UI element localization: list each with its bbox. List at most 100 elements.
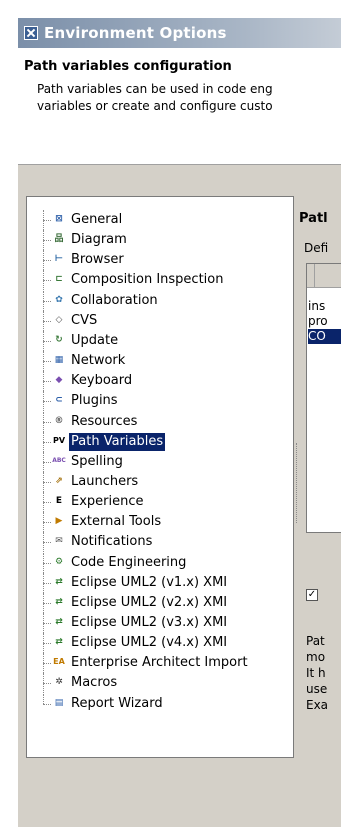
tree-item[interactable]: ▶ External Tools	[27, 512, 293, 532]
plugins-icon: ⊂	[55, 395, 63, 405]
tree-connector-branch	[43, 623, 51, 624]
tree-connector-line	[43, 694, 44, 704]
tree-item[interactable]: ↻ Update	[27, 331, 293, 351]
tree-connector-branch	[43, 361, 51, 362]
tree-item[interactable]: ⚙ Code Engineering	[27, 553, 293, 573]
tree-item-label: General	[71, 212, 123, 227]
enterprise-architect-icon: EA	[53, 657, 65, 666]
tree-item-label: Composition Inspection	[71, 272, 224, 287]
tree-connector-branch	[43, 442, 51, 443]
tree-item-label: Update	[71, 333, 119, 348]
table-header[interactable]	[307, 264, 341, 288]
page-title: Path variables configuration	[24, 59, 232, 74]
table-row-selected[interactable]: CO	[308, 329, 341, 344]
tree-item-label: Code Engineering	[71, 555, 187, 570]
tree-item[interactable]: ✲ Macros	[27, 673, 293, 693]
options-tree[interactable]: ⊠ General 品 Diagram ⊢ Browser ⊏ Composition Ins…	[26, 196, 294, 758]
tree-item-label: Experience	[71, 494, 144, 509]
tree-item[interactable]: ⊠ General	[27, 210, 293, 230]
eclipse-uml2-icon: ⇄	[55, 617, 63, 627]
tree-item-label: Resources	[71, 414, 138, 429]
tree-item[interactable]: ▦ Network	[27, 351, 293, 371]
definitions-label: Defi	[304, 241, 329, 255]
tree-item-label: Eclipse UML2 (v1.x) XMI	[71, 575, 228, 590]
tree-connector-branch	[43, 542, 51, 543]
tree-connector-branch	[43, 260, 51, 261]
description-line-1: Path variables can be used in code eng	[37, 82, 273, 96]
macros-icon: ✲	[55, 677, 63, 687]
path-variables-panel: Patl Defi ins pro CO ✓ Pat mo It h use E…	[299, 196, 341, 796]
tree-connector-branch	[43, 603, 51, 604]
tree-item-label: Spelling	[71, 454, 123, 469]
tree-connector-branch	[43, 643, 51, 644]
tree-connector-branch	[43, 381, 51, 382]
tree-item-label: Diagram	[71, 232, 127, 247]
path-variables-table[interactable]: ins pro CO	[306, 263, 341, 533]
tree-item-label: Plugins	[71, 393, 118, 408]
tree-item-label: Keyboard	[71, 373, 133, 388]
tree-item-label: Macros	[71, 675, 118, 690]
tree-item[interactable]: E Experience	[27, 492, 293, 512]
tree-connector-branch	[43, 663, 51, 664]
table-row[interactable]: pro	[308, 314, 341, 329]
tree-item[interactable]: ◆ Keyboard	[27, 371, 293, 391]
option-checkbox[interactable]: ✓	[306, 589, 318, 601]
tree-connector-branch	[43, 280, 51, 281]
description-line-2: variables or create and configure custo	[37, 99, 273, 113]
tree-item-label: Launchers	[71, 474, 139, 489]
tree-item[interactable]: ⊏ Composition Inspection	[27, 270, 293, 290]
tree-connector-branch	[43, 704, 51, 705]
panel-description: Pat mo It h use Exa	[306, 633, 328, 713]
tree-connector-branch	[43, 502, 51, 503]
tree-item[interactable]: ✿ Collaboration	[27, 291, 293, 311]
tree-item[interactable]: EA Enterprise Architect Import	[27, 653, 293, 673]
tree-item-label: Notifications	[71, 534, 153, 549]
tree-connector-branch	[43, 583, 51, 584]
tree-item[interactable]: ABC Spelling	[27, 452, 293, 472]
tree-item-label: Enterprise Architect Import	[71, 655, 248, 670]
tree-connector-branch	[43, 563, 51, 564]
title-bar[interactable]: Environment Options	[18, 18, 341, 48]
launchers-icon: ⇗	[55, 476, 63, 486]
environment-options-window: Environment Options Path variables confi…	[18, 18, 341, 827]
window-title: Environment Options	[44, 24, 227, 42]
tree-item-label: Eclipse UML2 (v3.x) XMI	[71, 615, 228, 630]
description-line: mo	[306, 650, 326, 664]
tree-item[interactable]: ✉ Notifications	[27, 532, 293, 552]
network-icon: ▦	[54, 355, 64, 365]
spelling-icon: ABC	[52, 457, 66, 464]
tree-item[interactable]: ⇗ Launchers	[27, 472, 293, 492]
tree-connector-branch	[43, 482, 51, 483]
tree-item[interactable]: ⊂ Plugins	[27, 391, 293, 411]
tree-item[interactable]: ⇄ Eclipse UML2 (v2.x) XMI	[27, 593, 293, 613]
eclipse-uml2-icon: ⇄	[55, 597, 63, 607]
table-row[interactable]: ins	[308, 299, 341, 314]
experience-icon: E	[55, 496, 63, 506]
tree-connector-branch	[43, 683, 51, 684]
tree-connector-branch	[43, 240, 51, 241]
eclipse-uml2-icon: ⇄	[55, 637, 63, 647]
header-panel: Path variables configuration Path variab…	[18, 48, 341, 165]
tree-item[interactable]: ⊢ Browser	[27, 250, 293, 270]
description-line: It h	[306, 666, 326, 680]
tree-item[interactable]: 品 Diagram	[27, 230, 293, 250]
tree-item[interactable]: ◇ CVS	[27, 311, 293, 331]
tree-item-label: Network	[71, 353, 126, 368]
tree-connector-branch	[43, 422, 51, 423]
tree-item[interactable]: ® Resources	[27, 412, 293, 432]
eclipse-uml2-icon: ⇄	[55, 577, 63, 587]
tree-item[interactable]: ⇄ Eclipse UML2 (v4.x) XMI	[27, 633, 293, 653]
tree-item-label: CVS	[71, 313, 98, 328]
notifications-icon: ✉	[55, 536, 63, 546]
tree-connector-branch	[43, 301, 51, 302]
tree-item[interactable]: ▤ Report Wizard	[27, 694, 293, 714]
tree-connector-branch	[43, 401, 51, 402]
tree-item[interactable]: ⇄ Eclipse UML2 (v1.x) XMI	[27, 573, 293, 593]
cvs-icon: ◇	[55, 315, 63, 325]
tree-item-label: Eclipse UML2 (v4.x) XMI	[71, 635, 228, 650]
tree-item[interactable]: PV Path Variables	[27, 432, 293, 452]
external-tools-icon: ▶	[55, 516, 63, 526]
tree-connector-branch	[43, 341, 51, 342]
tree-connector-branch	[43, 321, 51, 322]
tree-item[interactable]: ⇄ Eclipse UML2 (v3.x) XMI	[27, 613, 293, 633]
